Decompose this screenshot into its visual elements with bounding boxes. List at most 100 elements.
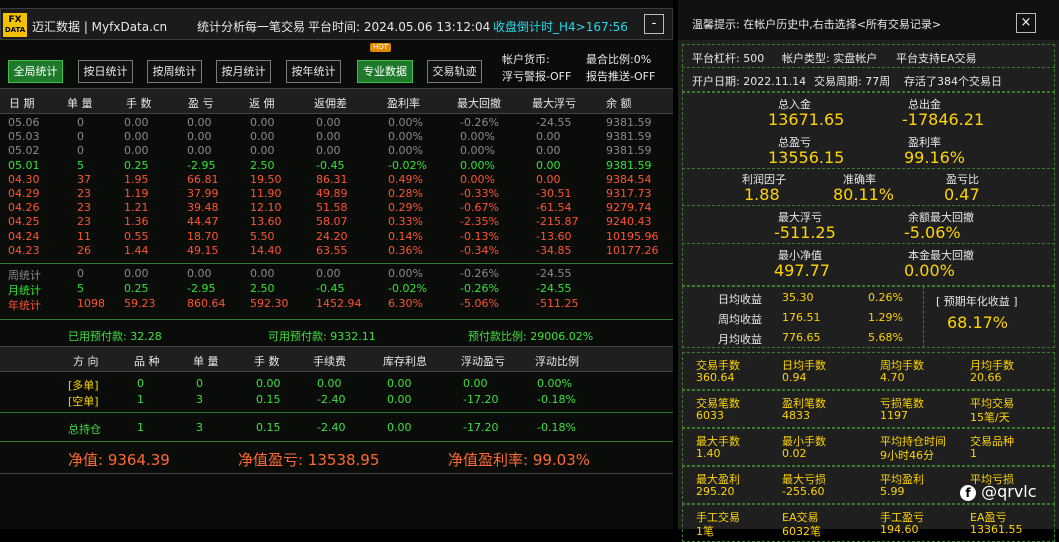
position-cell: 0 [137, 377, 144, 390]
annual-value: 68.17% [947, 313, 1009, 332]
table-cell: 5.50 [250, 229, 275, 243]
table-cell: 05.03 [8, 130, 40, 144]
table-cell: 5 [77, 282, 84, 295]
position-total-cell: -2.40 [317, 421, 346, 434]
table-cell: 592.30 [250, 297, 289, 310]
table-cell: 0.00 [536, 144, 561, 158]
deposit-value: 13671.65 [768, 110, 845, 129]
position-cell: 0.00 [387, 393, 412, 406]
position-cell: 0 [196, 377, 203, 390]
table-cell: 24.20 [316, 229, 348, 243]
table-cell: -0.45 [316, 282, 345, 295]
withdraw-value: -17846.21 [902, 110, 985, 129]
stat-value: -255.60 [782, 485, 825, 498]
weekly-return-label: 周均收益 [718, 313, 762, 326]
stat-value: 194.60 [880, 523, 919, 536]
table-cell: 05.06 [8, 116, 40, 129]
margin-level: 预付款比例: 29006.02% [468, 330, 594, 343]
slogan: 统计分析每一笔交易 [197, 20, 306, 34]
table-cell: -0.45 [316, 158, 345, 172]
btn-daily-stats[interactable]: 按日统计 [78, 60, 133, 83]
position-total-cell: -0.18% [537, 421, 576, 434]
position-total-cell: 0.00 [387, 421, 412, 434]
table-cell: 0.00 [536, 158, 561, 172]
report-push[interactable]: 报告推送-OFF [586, 68, 655, 84]
table-cell: -24.55 [536, 116, 572, 129]
pos-col-float-rate: 浮动比例 [535, 355, 579, 368]
stat-value: 1197 [880, 409, 908, 422]
table-cell: 0.00 [187, 116, 212, 129]
close-countdown: 收盘倒计时_H4>167:56 [493, 20, 628, 34]
stats-table-header: 日 期 单 量 手 数 盈 亏 返 佣 返佣差 盈利率 最大回撤 最大浮亏 余 … [0, 88, 673, 114]
btn-monthly-stats[interactable]: 按月统计 [216, 60, 271, 83]
table-cell: 10177.26 [606, 243, 659, 257]
table-cell: 10195.96 [606, 229, 659, 243]
max-dd-value: -5.06% [904, 223, 961, 242]
equity: 净值: 9364.39 [68, 451, 170, 469]
table-cell: 0.00 [536, 172, 561, 186]
table-cell: 0.00 [250, 144, 275, 158]
table-cell: 23 [77, 201, 91, 215]
table-cell: 0.49% [388, 172, 423, 186]
rate-value: 99.16% [904, 148, 966, 167]
table-cell: 14.40 [250, 243, 282, 257]
float-alert[interactable]: 浮亏警报-OFF [502, 68, 571, 84]
col-date: 日 期 [9, 97, 35, 110]
table-cell: -5.06% [460, 297, 499, 310]
account-type: 帐户类型: 实盘帐户 [782, 52, 878, 65]
col-rebate-diff: 返佣差 [314, 97, 347, 110]
table-cell: 05.02 [8, 144, 40, 158]
main-panel: FX DATA 迈汇数据 | MyfxData.cn 统计分析每一笔交易 平台时间… [0, 0, 673, 529]
stat-value: 15笔/天 [970, 411, 1010, 424]
table-cell: 49.15 [187, 243, 219, 257]
capital-dd-value: 0.00% [904, 261, 955, 280]
free-margin: 可用预付款: 9332.11 [268, 330, 376, 343]
position-total-row: 总持仓 1 3 0.15 -2.40 0.00 -17.20 -0.18% [0, 421, 673, 436]
table-cell: 1.19 [124, 187, 149, 200]
minimize-button[interactable]: - [644, 14, 664, 34]
table-cell: 44.47 [187, 215, 219, 229]
table-cell: 1452.94 [316, 297, 362, 310]
monthly-return: 776.65 [782, 331, 821, 344]
btn-global-stats[interactable]: 全局统计 [8, 60, 63, 83]
table-cell: 月统计 [8, 284, 41, 297]
watermark-text: @qrvlc [981, 482, 1037, 501]
pos-col-symbol: 品 种 [134, 355, 160, 368]
hot-badge: HOT [370, 43, 392, 52]
table-cell: 0.00 [316, 267, 341, 280]
position-cell: 0.00 [256, 377, 281, 390]
table-cell: 0.00 [250, 116, 275, 129]
title-bar: FX DATA 迈汇数据 | MyfxData.cn 统计分析每一笔交易 平台时间… [0, 8, 673, 40]
table-cell: 04.25 [8, 215, 40, 229]
tip-text: 温馨提示: 在帐户历史中,右击选择<所有交易记录> [692, 18, 942, 31]
table-cell: 1098 [77, 297, 105, 310]
table-cell: 0.00 [124, 130, 149, 144]
btn-yearly-stats[interactable]: 按年统计 [286, 60, 341, 83]
pos-col-direction: 方 向 [73, 355, 99, 368]
table-cell: 0.00 [187, 130, 212, 144]
table-cell: 37 [77, 172, 91, 186]
col-max-float: 最大浮亏 [532, 97, 576, 110]
btn-pro-data[interactable]: 专业数据 [357, 60, 413, 83]
stat-value: 9小时46分 [880, 449, 934, 462]
table-cell: 6.30% [388, 297, 423, 310]
table-cell: 5 [77, 158, 84, 172]
stat-value: 4.70 [880, 371, 905, 384]
table-cell: -0.13% [460, 229, 499, 243]
table-cell: 0.00% [460, 130, 495, 144]
btn-weekly-stats[interactable]: 按周统计 [147, 60, 202, 83]
table-cell: -215.87 [536, 215, 579, 229]
position-cell: 0.00 [387, 377, 412, 390]
table-cell: 0.00 [124, 267, 149, 280]
ratio-text: 最合比例:0% [586, 53, 652, 66]
table-cell: -13.60 [536, 229, 572, 243]
btn-trade-track[interactable]: 交易轨迹 [427, 60, 482, 83]
stat-value: 13361.55 [970, 523, 1023, 536]
close-button[interactable]: × [1016, 13, 1036, 33]
position-cell: 1 [137, 393, 144, 406]
table-cell: 0.00 [536, 130, 561, 144]
table-cell: 0.25 [124, 282, 149, 295]
table-cell: -0.02% [388, 282, 427, 295]
position-cell: 0.15 [256, 393, 281, 406]
table-cell: -0.26% [460, 282, 499, 295]
